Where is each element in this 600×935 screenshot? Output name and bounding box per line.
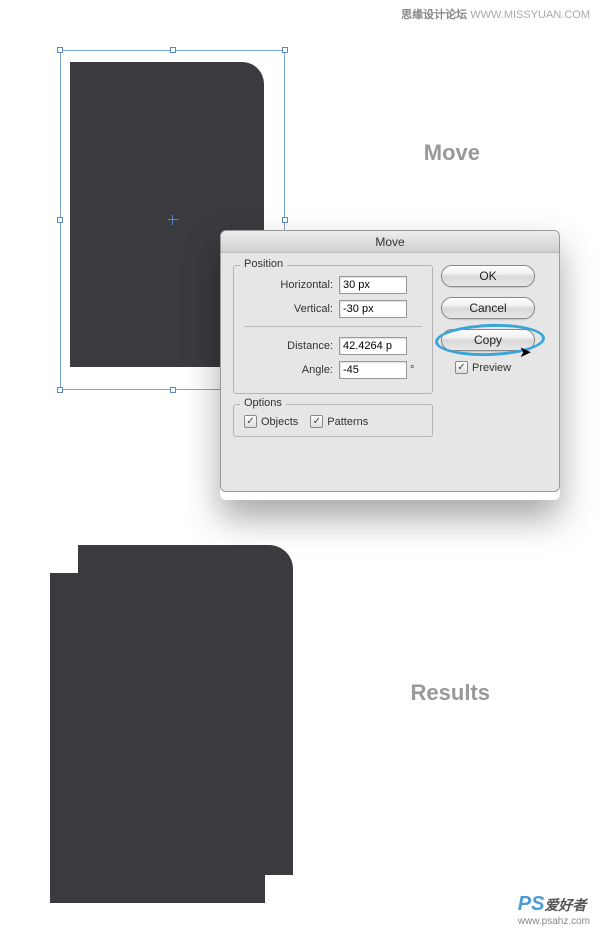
- options-group: Options ✓ Objects ✓ Patterns: [233, 404, 433, 437]
- dialog-title: Move: [221, 231, 559, 253]
- checkmark-icon: ✓: [310, 415, 323, 428]
- logo-chinese: 爱好者: [544, 897, 586, 913]
- vertical-input[interactable]: [339, 300, 407, 318]
- horizontal-input[interactable]: [339, 276, 407, 294]
- vertical-label: Vertical:: [294, 303, 333, 315]
- watermark-chinese: 思缘设计论坛: [401, 9, 467, 21]
- options-legend: Options: [240, 397, 286, 409]
- watermark-url: WWW.MISSYUAN.COM: [470, 9, 590, 21]
- resize-handle-top-right[interactable]: [282, 47, 288, 53]
- checkmark-icon: ✓: [455, 361, 468, 374]
- angle-unit: °: [410, 364, 422, 376]
- section-label-move: Move: [424, 140, 480, 166]
- ok-button[interactable]: OK: [441, 265, 535, 287]
- watermark-bottom: PS爱好者 www.psahz.com: [518, 893, 590, 927]
- distance-label: Distance:: [287, 340, 333, 352]
- resize-handle-top-left[interactable]: [57, 47, 63, 53]
- angle-label: Angle:: [302, 364, 333, 376]
- resize-handle-middle-left[interactable]: [57, 217, 63, 223]
- resize-handle-top-middle[interactable]: [170, 47, 176, 53]
- resize-handle-middle-right[interactable]: [282, 217, 288, 223]
- section-results: Results: [50, 545, 570, 915]
- preview-checkbox[interactable]: ✓ Preview: [455, 361, 543, 374]
- angle-input[interactable]: [339, 361, 407, 379]
- distance-input[interactable]: [339, 337, 407, 355]
- resize-handle-bottom-left[interactable]: [57, 387, 63, 393]
- cancel-button[interactable]: Cancel: [441, 297, 535, 319]
- objects-label: Objects: [261, 416, 298, 428]
- section-label-results: Results: [411, 680, 490, 706]
- logo-url: www.psahz.com: [518, 916, 590, 927]
- position-group: Position Horizontal: Vertical:: [233, 265, 433, 394]
- position-legend: Position: [240, 258, 287, 270]
- horizontal-label: Horizontal:: [280, 279, 333, 291]
- section-move: Move Move Position Horizontal: Vertical:: [40, 35, 580, 485]
- checkmark-icon: ✓: [244, 415, 257, 428]
- center-point-icon: [168, 215, 178, 225]
- divider: [244, 326, 422, 327]
- logo-text: PS: [518, 893, 545, 915]
- copy-button[interactable]: Copy: [441, 329, 535, 351]
- result-shapes: [50, 545, 310, 905]
- patterns-checkbox[interactable]: ✓ Patterns: [310, 415, 368, 428]
- move-dialog: Move Position Horizontal: Vertical:: [220, 230, 560, 500]
- result-shape-front: [50, 573, 265, 903]
- objects-checkbox[interactable]: ✓ Objects: [244, 415, 298, 428]
- patterns-label: Patterns: [327, 416, 368, 428]
- preview-label: Preview: [472, 362, 511, 374]
- resize-handle-bottom-middle[interactable]: [170, 387, 176, 393]
- watermark-top: 思缘设计论坛 WWW.MISSYUAN.COM: [401, 6, 590, 22]
